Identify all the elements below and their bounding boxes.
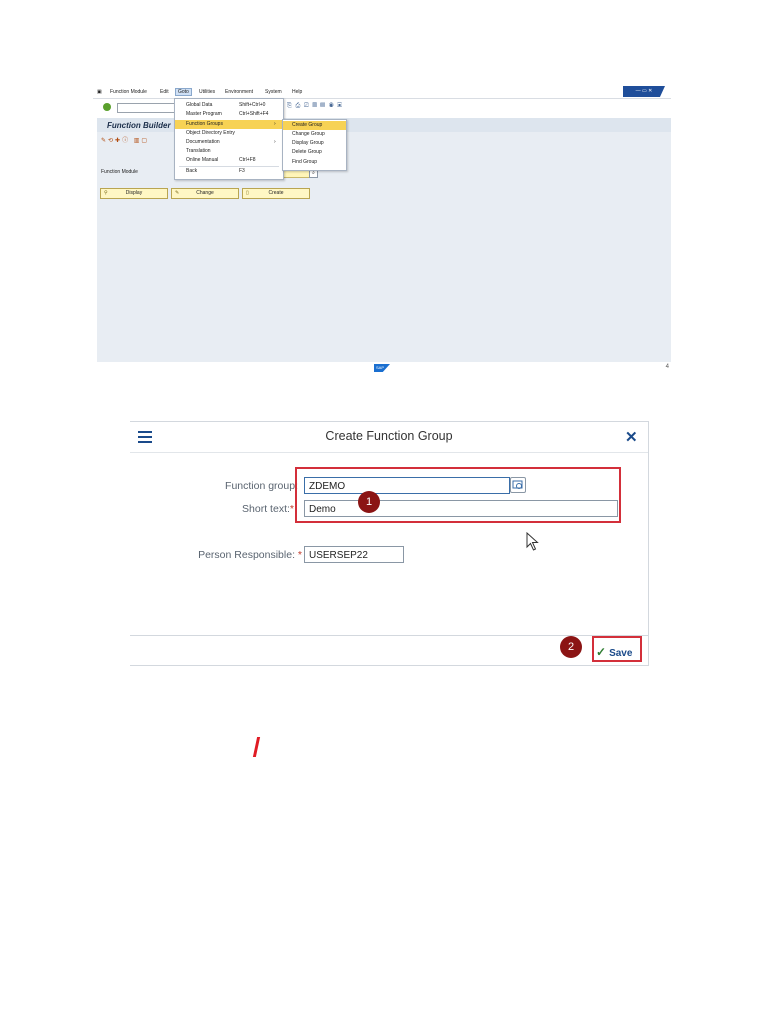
create-function-group-dialog: Create Function Group ✕ Function group: …: [130, 421, 649, 666]
submenu-item-create-group[interactable]: Create Group: [283, 121, 346, 130]
submenu-item-change-group[interactable]: Change Group: [283, 130, 346, 139]
step-badge-1: 1: [358, 491, 380, 513]
menu-item-translation[interactable]: Translation: [175, 147, 283, 156]
submenu-item-delete-group[interactable]: Delete Group: [283, 148, 346, 157]
function-groups-submenu: Create Group Change Group Display Group …: [282, 119, 347, 171]
close-icon[interactable]: ✕: [625, 428, 638, 446]
menu-item-documentation[interactable]: Documentation ›: [175, 138, 283, 147]
mouse-cursor-icon: [526, 532, 539, 551]
menu-item-master-program[interactable]: Master Program Ctrl+Shift+F4: [175, 110, 283, 119]
menu-utilities[interactable]: Utilities: [199, 89, 215, 95]
person-responsible-label: Person Responsible: *: [198, 549, 302, 561]
page-title: Function Builder: [107, 121, 171, 130]
submenu-arrow-icon: ›: [274, 121, 276, 127]
dialog-header: Create Function Group ✕: [130, 422, 648, 453]
change-button[interactable]: ✎ Change: [171, 188, 239, 199]
step-badge-2: 2: [560, 636, 582, 658]
menu-item-object-directory-entry[interactable]: Object Directory Entry: [175, 129, 283, 138]
submenu-item-find-group[interactable]: Find Group: [283, 158, 346, 167]
sap-gui-window: ▣ Function Module Edit Goto Utilities En…: [93, 86, 671, 374]
menu-function-module[interactable]: Function Module: [110, 89, 147, 95]
footer: SAP 4: [93, 362, 671, 374]
function-group-label: Function group:: [225, 480, 298, 492]
person-responsible-input[interactable]: USERSEP22: [304, 546, 404, 563]
goto-dropdown-menu: Global Data Shift+Ctrl+0 Master Program …: [174, 98, 284, 180]
menu-edit[interactable]: Edit: [160, 89, 169, 95]
window-controls[interactable]: — ▭ ✕: [623, 86, 665, 97]
create-button[interactable]: ▯ Create: [242, 188, 310, 199]
display-button[interactable]: ⚲ Display: [100, 188, 168, 199]
dialog-title: Create Function Group: [325, 429, 453, 443]
enter-icon[interactable]: [103, 103, 111, 111]
toolbar-icons[interactable]: ⎘ ⎙ ⎚ ▤ ▥ ◉ ▣: [287, 103, 343, 110]
window-menu-icon[interactable]: ▣: [97, 89, 102, 95]
application-toolbar-icons[interactable]: ✎⟲✚ⓘ ▥▢: [101, 135, 149, 144]
menu-item-function-groups[interactable]: Function Groups ›: [175, 120, 283, 129]
command-field[interactable]: [117, 103, 179, 113]
page-number: 4: [665, 364, 669, 370]
red-pen-mark: [252, 737, 261, 757]
menu-system[interactable]: System: [265, 89, 282, 95]
menu-item-back[interactable]: Back F3: [175, 167, 283, 176]
annotation-box-fields: [295, 467, 621, 523]
menu-item-global-data[interactable]: Global Data Shift+Ctrl+0: [175, 101, 283, 110]
submenu-item-display-group[interactable]: Display Group: [283, 139, 346, 148]
menu-environment[interactable]: Environment: [225, 89, 253, 95]
submenu-arrow-icon: ›: [274, 139, 276, 145]
function-module-label: Function Module: [101, 169, 138, 175]
short-text-label: Short text:*: [242, 503, 294, 515]
sap-logo: SAP: [374, 364, 390, 372]
menu-goto[interactable]: Goto: [175, 88, 192, 96]
menu-item-online-manual[interactable]: Online Manual Ctrl+F8: [175, 156, 283, 165]
annotation-box-save: [592, 636, 642, 662]
menu-help[interactable]: Help: [292, 89, 302, 95]
